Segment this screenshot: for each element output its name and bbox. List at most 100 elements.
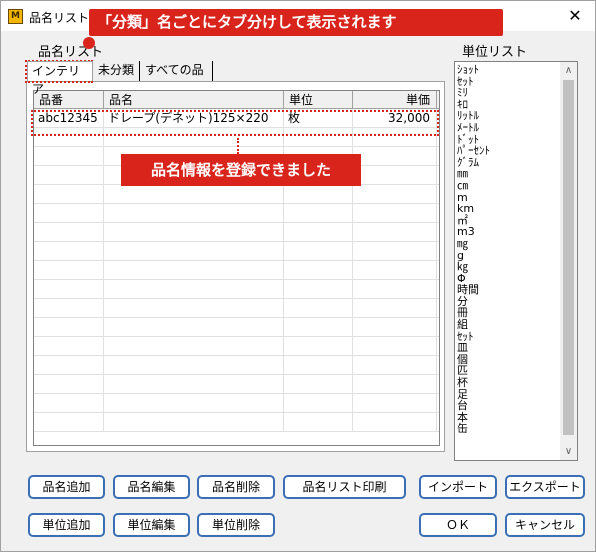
callout-connector-line: [237, 138, 239, 154]
column-header-code[interactable]: 品番: [34, 91, 104, 109]
list-item[interactable]: g: [457, 249, 557, 262]
list-item[interactable]: ㎏: [457, 261, 557, 273]
list-item[interactable]: 足: [457, 389, 557, 401]
scroll-thumb[interactable]: [563, 80, 574, 435]
empty-cell: [34, 185, 104, 204]
list-item[interactable]: ｼｮｯﾄ: [457, 64, 557, 76]
empty-cell: [353, 413, 437, 432]
list-item[interactable]: 本: [457, 412, 557, 424]
scroll-down-icon[interactable]: ∨: [560, 443, 577, 460]
import-button[interactable]: インポート: [419, 475, 497, 499]
list-item[interactable]: 皿: [457, 342, 557, 354]
scroll-up-icon[interactable]: ∧: [560, 62, 577, 79]
empty-cell: [34, 242, 104, 261]
list-item[interactable]: ｾｯﾄ: [457, 75, 557, 88]
empty-row[interactable]: [34, 261, 439, 280]
list-item[interactable]: 冊: [457, 307, 557, 319]
empty-cell: [353, 318, 437, 337]
add-unit-button[interactable]: 単位追加: [28, 513, 105, 537]
unit-list-scrollbar[interactable]: ∧ ∨: [560, 62, 577, 460]
empty-cell: [34, 337, 104, 356]
ok-button[interactable]: ＯＫ: [419, 513, 497, 537]
empty-row[interactable]: [34, 185, 439, 204]
empty-cell: [34, 223, 104, 242]
empty-row[interactable]: [34, 299, 439, 318]
empty-row[interactable]: [34, 356, 439, 375]
empty-cell: [353, 356, 437, 375]
list-item[interactable]: km: [457, 203, 557, 215]
empty-cell: [284, 356, 353, 375]
edit-item-button[interactable]: 品名編集: [113, 475, 190, 499]
list-item[interactable]: 組: [457, 319, 557, 331]
list-item[interactable]: 台: [457, 400, 557, 412]
item-list-panel: 品番 品名 単位 単価 abc12345 ドレープ(デネット)125×220 枚 32…: [26, 81, 445, 452]
delete-item-button[interactable]: 品名削除: [197, 475, 275, 499]
empty-cell: [284, 299, 353, 318]
empty-cell: [104, 185, 284, 204]
column-header-price[interactable]: 単価: [353, 91, 437, 109]
delete-unit-button[interactable]: 単位削除: [197, 513, 275, 537]
unit-listbox[interactable]: ｼｮｯﾄ ｾｯﾄ ﾐﾘ ｷﾛ ﾘｯﾄﾙ ﾒｰﾄﾙ ﾄﾞｯﾄ ﾊﾟｰｾﾝﾄ ｸﾞﾗﾑ㎜㎝ m km ㎡ m…: [454, 61, 578, 461]
empty-row[interactable]: [34, 280, 439, 299]
empty-cell: [34, 413, 104, 432]
list-item[interactable]: ㎜: [457, 168, 557, 180]
empty-cell: [104, 337, 284, 356]
empty-cell: [353, 166, 437, 185]
tab-interior[interactable]: インテリア: [27, 61, 93, 96]
empty-cell: [34, 261, 104, 280]
empty-cell: [34, 204, 104, 223]
column-header-unit[interactable]: 単位: [284, 91, 353, 109]
list-item[interactable]: 匹: [457, 365, 557, 377]
list-item[interactable]: 缶: [457, 423, 557, 435]
empty-cell: [104, 318, 284, 337]
unit-list-label: 単位リスト: [462, 45, 528, 60]
close-button[interactable]: ✕: [555, 1, 595, 31]
empty-row[interactable]: [34, 223, 439, 242]
empty-cell: [34, 147, 104, 166]
empty-cell: [34, 356, 104, 375]
list-item[interactable]: 分: [457, 296, 557, 308]
empty-cell: [284, 280, 353, 299]
list-item[interactable]: ﾊﾟｰｾﾝﾄ: [457, 145, 557, 157]
grid-header: 品番 品名 単位 単価: [34, 91, 439, 109]
print-item-list-button[interactable]: 品名リスト印刷: [283, 475, 406, 499]
empty-cell: [34, 318, 104, 337]
list-item[interactable]: ﾐﾘ: [457, 87, 557, 99]
list-item[interactable]: ｾｯﾄ: [457, 331, 557, 343]
list-item[interactable]: m3: [457, 226, 557, 238]
list-item[interactable]: 時間: [457, 284, 557, 296]
tab-uncategorized[interactable]: 未分類: [94, 61, 140, 81]
list-item[interactable]: ｸﾞﾗﾑ: [457, 157, 557, 169]
empty-row[interactable]: [34, 413, 439, 432]
empty-row[interactable]: [34, 318, 439, 337]
edit-unit-button[interactable]: 単位編集: [113, 513, 190, 537]
empty-cell: [353, 261, 437, 280]
empty-cell: [353, 375, 437, 394]
list-item[interactable]: ﾒｰﾄﾙ: [457, 122, 557, 134]
registered-row-highlight-box: [31, 110, 439, 136]
column-header-name[interactable]: 品名: [104, 91, 284, 109]
empty-cell: [284, 204, 353, 223]
app-icon: M: [8, 9, 23, 24]
empty-row[interactable]: [34, 204, 439, 223]
empty-row[interactable]: [34, 242, 439, 261]
empty-cell: [34, 375, 104, 394]
empty-row[interactable]: [34, 375, 439, 394]
registered-annotation-callout: 品名情報を登録できました: [121, 154, 361, 186]
empty-cell: [353, 185, 437, 204]
empty-cell: [284, 223, 353, 242]
export-button[interactable]: エクスポート: [505, 475, 585, 499]
empty-row[interactable]: [34, 394, 439, 413]
cancel-button[interactable]: キャンセル: [505, 513, 585, 537]
list-item[interactable]: 杯: [457, 377, 557, 389]
empty-cell: [284, 337, 353, 356]
list-item[interactable]: ㎎: [457, 238, 557, 250]
list-item[interactable]: 個: [457, 354, 557, 366]
empty-cell: [284, 375, 353, 394]
list-item[interactable]: ㎝: [457, 180, 557, 192]
empty-row[interactable]: [34, 337, 439, 356]
add-item-button[interactable]: 品名追加: [28, 475, 105, 499]
empty-cell: [34, 166, 104, 185]
empty-cell: [104, 413, 284, 432]
tab-all-items[interactable]: すべての品: [141, 61, 213, 81]
